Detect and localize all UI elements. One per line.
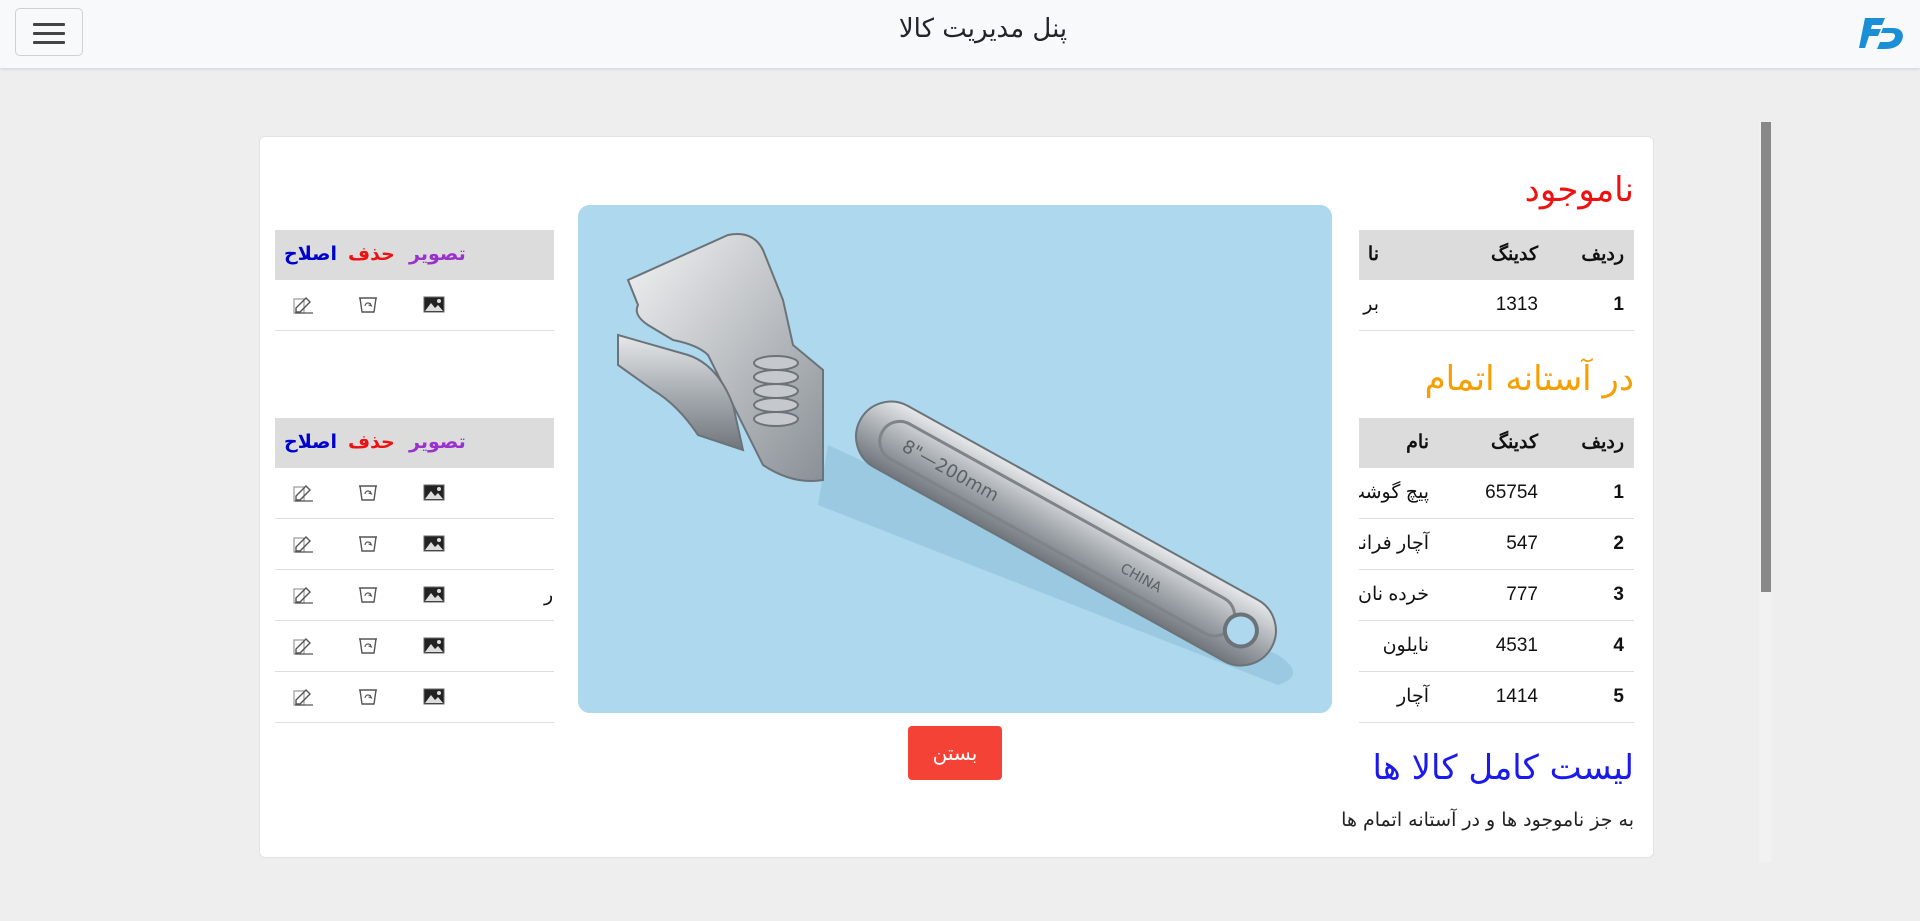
row-name: خرده نان	[1359, 584, 1429, 605]
full-list-table-header	[275, 857, 1637, 858]
image-icon[interactable]	[423, 534, 445, 554]
column-header-code: کدینگ	[1490, 244, 1538, 265]
edit-icon[interactable]	[293, 585, 315, 605]
column-header-delete: حذف	[348, 431, 395, 453]
table-header-row: ردیف کدینگ نام	[1359, 418, 1634, 468]
row-name: بر	[1363, 294, 1379, 315]
trash-icon[interactable]	[357, 687, 379, 707]
actions-header-row: تصویر حذف اصلاح	[275, 230, 554, 280]
edit-icon[interactable]	[293, 295, 315, 315]
column-header-code: کدینگ	[1490, 432, 1538, 453]
trash-icon[interactable]	[357, 295, 379, 315]
full-list-subtitle: به جز ناموجود ها و در آستانه اتمام ها	[1341, 809, 1634, 831]
page-title: پنل مدیریت کالا	[898, 14, 1068, 44]
low-stock-table: ردیف کدینگ نام 1 65754 پیچ گوشت 2 547 آچ…	[1359, 418, 1634, 723]
close-button[interactable]: بستن	[908, 726, 1002, 780]
out-of-stock-table: ردیف کدینگ نا 1 1313 بر	[1359, 230, 1634, 331]
table-row: 1 65754 پیچ گوشت	[1359, 468, 1634, 519]
row-code: 65754	[1485, 482, 1538, 503]
actions-header-row: تصویر حذف اصلاح	[275, 418, 554, 468]
low-stock-actions-table: تصویر حذف اصلاح ر	[275, 418, 554, 723]
product-image-modal: 8"—200mm CHINA	[578, 205, 1332, 713]
out-of-stock-actions-table: تصویر حذف اصلاح	[275, 230, 554, 331]
column-header-image: تصویر	[409, 243, 466, 265]
row-number: 5	[1613, 686, 1624, 707]
row-name: آچار فرانس	[1359, 533, 1429, 554]
trash-icon[interactable]	[357, 483, 379, 503]
row-name: نایلون	[1382, 635, 1429, 656]
actions-row	[275, 621, 554, 672]
table-row: 2 547 آچار فرانس	[1359, 519, 1634, 570]
actions-row	[275, 519, 554, 570]
table-row: 4 4531 نایلون	[1359, 621, 1634, 672]
row-code: 4531	[1495, 635, 1538, 656]
actions-row	[275, 672, 554, 723]
actions-row: ر	[275, 570, 554, 621]
row-number: 1	[1613, 294, 1624, 315]
edit-icon[interactable]	[293, 534, 315, 554]
menu-button[interactable]	[15, 8, 83, 56]
hamburger-menu-icon	[33, 23, 65, 26]
column-header-image: تصویر	[409, 431, 466, 453]
column-header-edit: اصلاح	[284, 431, 337, 453]
row-code: 1313	[1495, 294, 1538, 315]
table-row: 5 1414 آچار	[1359, 672, 1634, 723]
row-code: 547	[1506, 533, 1538, 554]
image-icon[interactable]	[423, 636, 445, 656]
edit-icon[interactable]	[293, 636, 315, 656]
column-header-name: نام	[1406, 432, 1429, 453]
image-icon[interactable]	[423, 687, 445, 707]
actions-row	[275, 280, 554, 331]
column-header-row: ردیف	[1581, 244, 1624, 265]
image-icon[interactable]	[423, 585, 445, 605]
top-navbar: پنل مدیریت کالا	[0, 0, 1920, 68]
low-stock-title: در آستانه اتمام	[1424, 359, 1634, 399]
out-of-stock-title: ناموجود	[1524, 170, 1634, 210]
column-header-row: ردیف	[1581, 432, 1624, 453]
row-code: 777	[1506, 584, 1538, 605]
trash-icon[interactable]	[357, 534, 379, 554]
row-number: 1	[1613, 482, 1624, 503]
trash-icon[interactable]	[357, 636, 379, 656]
actions-row	[275, 468, 554, 519]
row-name: پیچ گوشت	[1359, 482, 1429, 503]
wrench-image: 8"—200mm CHINA	[578, 205, 1332, 713]
row-code: 1414	[1495, 686, 1538, 707]
table-row: 1 1313 بر	[1359, 280, 1634, 331]
row-name: آچار	[1397, 686, 1429, 707]
trash-icon[interactable]	[357, 585, 379, 605]
fd-logo-icon[interactable]	[1859, 14, 1905, 52]
page-scrollbar-thumb[interactable]	[1761, 122, 1771, 592]
column-header-delete: حذف	[348, 243, 395, 265]
edit-icon[interactable]	[293, 483, 315, 503]
row-number: 2	[1613, 533, 1624, 554]
row-number: 4	[1613, 635, 1624, 656]
image-icon[interactable]	[423, 483, 445, 503]
column-header-name: نا	[1367, 244, 1379, 265]
column-header-edit: اصلاح	[284, 243, 337, 265]
table-header-row: ردیف کدینگ نا	[1359, 230, 1634, 280]
truncated-cell-text: ر	[544, 584, 554, 606]
edit-icon[interactable]	[293, 687, 315, 707]
row-number: 3	[1613, 584, 1624, 605]
table-row: 3 777 خرده نان	[1359, 570, 1634, 621]
full-list-title: لیست کامل کالا ها	[1372, 748, 1635, 788]
image-icon[interactable]	[423, 295, 445, 315]
